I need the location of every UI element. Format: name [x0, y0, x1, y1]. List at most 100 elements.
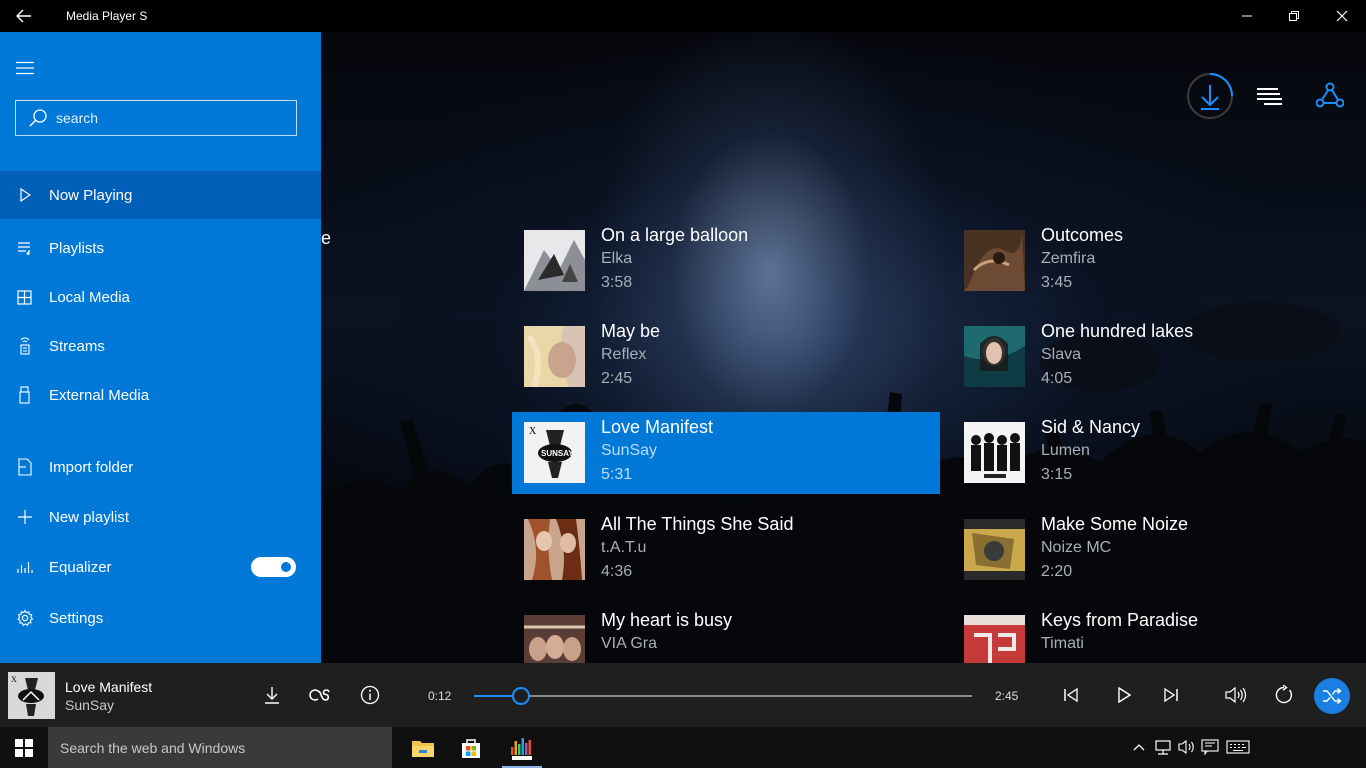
now-playing-cover[interactable]: X	[8, 672, 55, 719]
gear-icon	[0, 609, 49, 627]
song-item[interactable]: May be Reflex 2:45	[512, 316, 940, 398]
equalizer-icon	[0, 560, 49, 574]
taskbar-search-input[interactable]	[60, 739, 380, 756]
song-item[interactable]: All The Things She Said t.A.T.u 4:36	[512, 509, 940, 591]
song-duration: 3:58	[601, 274, 633, 291]
nav-item-external-media[interactable]: External Media	[0, 371, 321, 419]
now-playing-title: Love Manifest	[65, 679, 153, 695]
next-button[interactable]	[1151, 675, 1191, 715]
title-bar: Media Player S	[0, 0, 1366, 32]
keyboard-tray-button[interactable]	[1224, 736, 1252, 758]
share-button[interactable]	[1306, 72, 1354, 120]
song-artist: Timati	[1041, 635, 1084, 652]
lastfm-button[interactable]	[301, 675, 341, 715]
navigation-pane: Now Playing Playlists Local Media Stream…	[0, 32, 321, 663]
album-cover	[964, 519, 1025, 580]
back-button[interactable]	[0, 0, 48, 32]
repeat-icon	[1275, 685, 1293, 704]
song-duration: 2:20	[1041, 563, 1073, 580]
nav-item-local-media[interactable]: Local Media	[0, 273, 321, 321]
windows-taskbar	[0, 727, 1366, 768]
download-icon	[265, 687, 279, 704]
song-item[interactable]: My heart is busy VIA Gra	[512, 605, 940, 663]
song-title: On a large balloon	[601, 225, 749, 245]
download-button[interactable]	[1186, 72, 1234, 120]
close-button[interactable]	[1318, 0, 1366, 32]
song-item[interactable]: Sid & Nancy Lumen 3:15	[952, 412, 1366, 494]
usb-icon	[0, 386, 49, 404]
queue-button[interactable]	[1245, 72, 1293, 120]
song-title: May be	[601, 321, 661, 341]
download-track-button[interactable]	[252, 675, 292, 715]
file-explorer-button[interactable]	[399, 727, 447, 768]
network-tray-button[interactable]	[1152, 736, 1174, 758]
song-duration: 4:05	[1041, 370, 1073, 387]
new-playlist-button[interactable]: New playlist	[0, 493, 321, 541]
settings-button[interactable]: Settings	[0, 594, 321, 642]
nav-label: Now Playing	[49, 186, 133, 204]
windows-logo-icon	[15, 738, 33, 757]
info-button[interactable]	[350, 675, 390, 715]
play-button[interactable]	[1104, 675, 1144, 715]
nav-label: Equalizer	[49, 558, 112, 576]
song-item[interactable]: Keys from Paradise Timati	[952, 605, 1366, 663]
song-item[interactable]: Outcomes Zemfira 3:45	[952, 220, 1366, 302]
nav-label: Playlists	[49, 239, 105, 257]
nav-item-streams[interactable]: Streams	[0, 322, 321, 370]
notifications-tray-button[interactable]	[1199, 736, 1221, 758]
file-explorer-icon	[412, 740, 434, 757]
folder-icon	[0, 458, 49, 476]
playlist-icon	[0, 241, 49, 255]
svg-text:SUNSAY: SUNSAY	[541, 449, 574, 458]
equalizer-toggle[interactable]	[251, 557, 296, 577]
hamburger-button[interactable]	[0, 50, 50, 86]
play-icon	[0, 188, 49, 202]
store-icon	[462, 738, 480, 758]
start-button[interactable]	[0, 727, 48, 768]
song-artist: Elka	[601, 250, 633, 267]
search-input[interactable]	[56, 110, 276, 126]
song-title: Love Manifest	[601, 417, 714, 437]
song-duration: 3:45	[1041, 274, 1073, 291]
share-icon	[1316, 82, 1344, 108]
restore-button[interactable]	[1270, 0, 1318, 32]
volume-icon	[1225, 686, 1247, 704]
media-player-icon	[511, 737, 532, 760]
nav-label: Settings	[49, 609, 104, 627]
info-icon	[360, 685, 380, 705]
nav-item-now-playing[interactable]: Now Playing	[0, 171, 321, 219]
app-window: Media Player S e On a large balloon Elka…	[0, 0, 1366, 768]
plus-icon	[0, 509, 49, 525]
store-button[interactable]	[447, 727, 495, 768]
seek-bar[interactable]	[474, 687, 972, 705]
song-title: Make Some Noize	[1041, 514, 1189, 534]
song-item[interactable]: On a large balloon Elka 3:58	[512, 220, 940, 302]
app-title: Media Player S	[66, 9, 148, 23]
seek-bar-thumb[interactable]	[511, 687, 530, 705]
nav-item-playlists[interactable]: Playlists	[0, 224, 321, 272]
song-duration: 3:15	[1041, 466, 1073, 483]
minimize-button[interactable]	[1223, 0, 1271, 32]
shuffle-button[interactable]	[1314, 678, 1350, 714]
volume-button[interactable]	[1216, 675, 1256, 715]
song-artist: VIA Gra	[601, 635, 658, 652]
import-folder-button[interactable]: Import folder	[0, 443, 321, 491]
album-cover	[964, 615, 1025, 663]
taskbar-search-box[interactable]	[48, 727, 392, 768]
nav-label: Local Media	[49, 288, 130, 306]
play-icon	[1118, 687, 1131, 703]
search-box[interactable]	[15, 100, 297, 136]
song-duration: 2:45	[601, 370, 633, 387]
song-item[interactable]: Make Some Noize Noize MC 2:20	[952, 509, 1366, 591]
previous-button[interactable]	[1051, 675, 1091, 715]
volume-tray-button[interactable]	[1176, 736, 1198, 758]
song-item[interactable]: One hundred lakes Slava 4:05	[952, 316, 1366, 398]
song-item-selected[interactable]: X SUNSAY Love Manifest SunSay 5:31	[512, 412, 940, 494]
album-cover	[964, 230, 1025, 291]
song-title: Sid & Nancy	[1041, 417, 1141, 437]
media-player-taskbar-button[interactable]	[498, 727, 546, 768]
tray-overflow-button[interactable]	[1128, 736, 1150, 758]
repeat-button[interactable]	[1264, 675, 1304, 715]
lastfm-icon	[309, 689, 330, 701]
nav-label: Streams	[49, 337, 105, 355]
